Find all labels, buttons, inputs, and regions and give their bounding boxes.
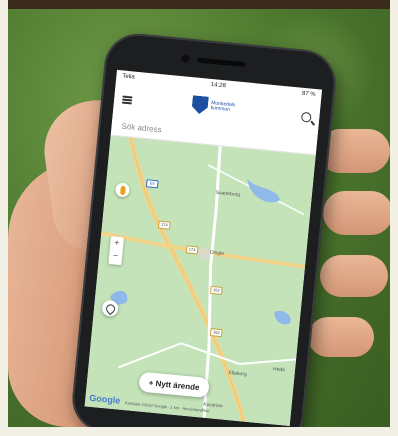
road-shield: 174 [157, 220, 171, 230]
zoom-in-button[interactable]: + [110, 236, 124, 250]
menu-icon[interactable] [121, 95, 133, 105]
shield-logo-icon [191, 95, 209, 114]
front-camera [181, 54, 190, 63]
road-shield: 162 [209, 285, 223, 295]
status-time: 14:28 [210, 81, 227, 90]
finger-3 [320, 255, 388, 297]
zoom-out-button[interactable]: − [109, 249, 123, 263]
finger-2 [323, 191, 390, 235]
new-case-label: + Nytt ärende [148, 377, 200, 392]
road-shield: 162 [209, 328, 223, 338]
phone-screen: Telia 14:28 87 % Munkedals kommun Sök ad… [84, 69, 323, 427]
road-shield: 174 [185, 245, 199, 255]
map-view[interactable]: Svarteborg Dingle Ellaborg Kviström Hede… [84, 135, 316, 427]
earpiece-speaker [197, 57, 246, 68]
battery: 87 % [301, 90, 316, 98]
map-label-dingle: Dingle [209, 249, 225, 257]
map-label-hede: Hede [272, 366, 286, 374]
search-placeholder: Sök adress [121, 121, 162, 135]
logo-text: Munkedals kommun [210, 100, 235, 114]
phone: Telia 14:28 87 % Munkedals kommun Sök ad… [69, 30, 339, 427]
carrier: Telia [122, 73, 135, 81]
zoom-control[interactable]: + − [108, 236, 124, 266]
search-icon[interactable] [300, 111, 312, 123]
road-shield: E6 [145, 179, 159, 189]
finger-4 [308, 317, 374, 357]
top-border [8, 0, 390, 9]
photo-background: Telia 14:28 87 % Munkedals kommun Sök ad… [8, 9, 390, 427]
municipality-logo: Munkedals kommun [191, 95, 236, 117]
